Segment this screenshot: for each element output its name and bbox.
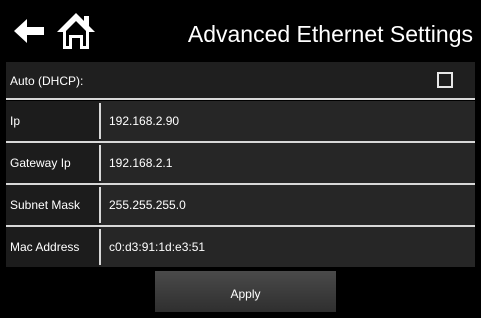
ip-input[interactable]: 192.168.2.90 <box>101 101 475 141</box>
subnet-mask-row: Subnet Mask 255.255.255.0 <box>6 185 475 225</box>
ip-label: Ip <box>6 101 99 141</box>
dhcp-label: Auto (DHCP): <box>10 74 84 88</box>
dhcp-row: Auto (DHCP): <box>6 62 475 98</box>
divider <box>6 98 475 100</box>
mac-address-row: Mac Address c0:d3:91:1d:e3:51 <box>6 227 475 267</box>
page-title: Advanced Ethernet Settings <box>187 21 473 47</box>
mac-address-input[interactable]: c0:d3:91:1d:e3:51 <box>101 227 475 267</box>
gateway-ip-label: Gateway Ip <box>6 143 99 183</box>
subnet-mask-input[interactable]: 255.255.255.0 <box>101 185 475 225</box>
ip-row: Ip 192.168.2.90 <box>6 101 475 141</box>
header-bar: Advanced Ethernet Settings <box>0 0 481 62</box>
back-arrow-icon[interactable] <box>12 16 46 46</box>
subnet-mask-label: Subnet Mask <box>6 185 99 225</box>
dhcp-checkbox[interactable] <box>437 72 453 88</box>
gateway-ip-input[interactable]: 192.168.2.1 <box>101 143 475 183</box>
gateway-ip-row: Gateway Ip 192.168.2.1 <box>6 143 475 183</box>
home-icon[interactable] <box>56 12 96 50</box>
apply-button[interactable]: Apply <box>155 271 336 312</box>
mac-address-label: Mac Address <box>6 227 99 267</box>
